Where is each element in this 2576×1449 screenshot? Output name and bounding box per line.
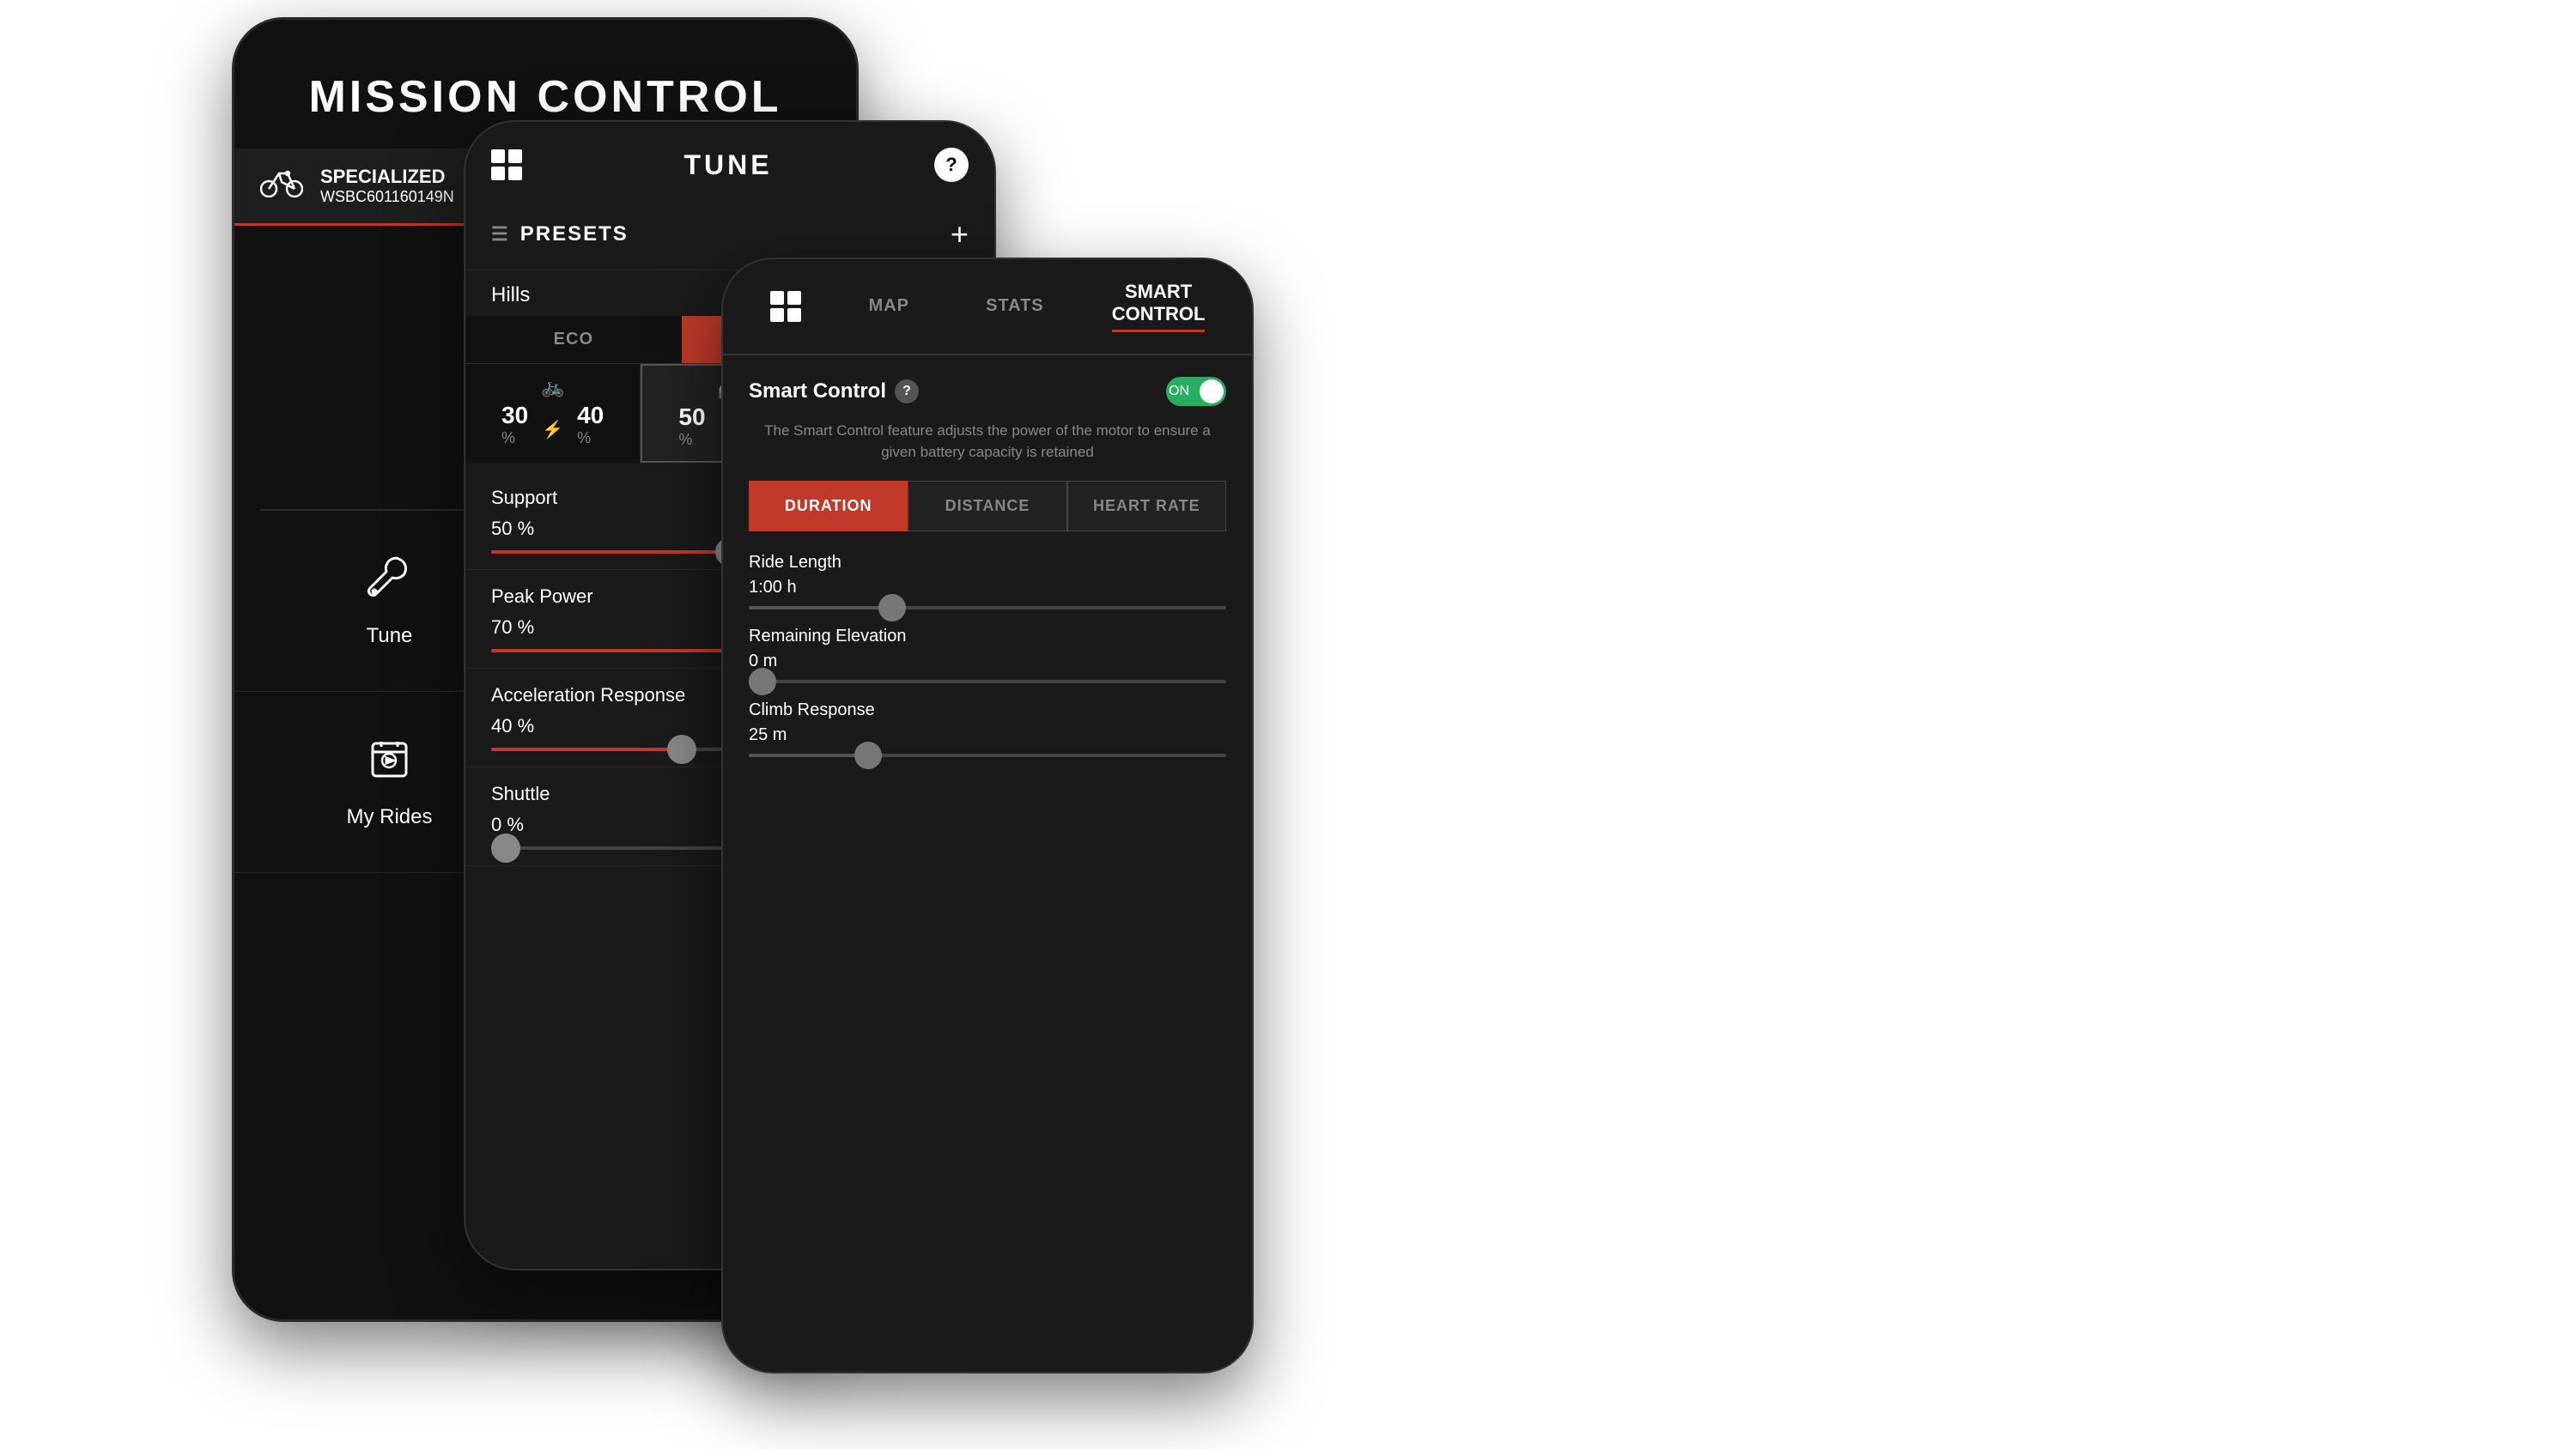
- list-icon: ☰: [491, 223, 510, 246]
- ride-length-fill: [749, 606, 892, 609]
- smart-control-toggle[interactable]: ON: [1166, 377, 1226, 406]
- smart-control-toggle-row: Smart Control ? ON: [749, 377, 1226, 406]
- tab-eco[interactable]: ECO: [465, 316, 682, 363]
- smart-control-phone: MAP STATS SMARTCONTROL Smart Control ? O…: [721, 258, 1254, 1373]
- climb-response-track[interactable]: [749, 754, 1226, 757]
- climb-response-label: Climb Response: [749, 700, 1226, 720]
- nav-smart-control[interactable]: SMARTCONTROL: [1112, 281, 1206, 332]
- rides-icon: [366, 735, 413, 792]
- remaining-elevation-thumb[interactable]: [749, 668, 776, 695]
- add-preset-button[interactable]: +: [951, 216, 969, 252]
- climb-response-thumb[interactable]: [854, 742, 882, 769]
- mode-tabs: DURATION DISTANCE HEART RATE: [749, 481, 1226, 531]
- eco-power: 40: [577, 402, 604, 429]
- mode-tab-distance[interactable]: DISTANCE: [908, 481, 1066, 531]
- tune-title: TUNE: [683, 149, 772, 181]
- ride-length-track[interactable]: [749, 606, 1226, 609]
- accel-response-thumb[interactable]: [667, 735, 696, 764]
- remaining-elevation-track[interactable]: [749, 680, 1226, 683]
- tune-header: TUNE ?: [465, 122, 994, 199]
- eco-bike-icon: 🚲: [541, 376, 564, 398]
- smart-control-description: The Smart Control feature adjusts the po…: [749, 420, 1226, 464]
- eco-support: 30: [501, 402, 528, 429]
- grid-icon[interactable]: [491, 149, 522, 180]
- smart-grid-icon[interactable]: [770, 291, 801, 322]
- nav-map[interactable]: MAP: [860, 289, 918, 323]
- shuttle-thumb[interactable]: [491, 834, 520, 863]
- ride-length-label: Ride Length: [749, 553, 1226, 573]
- smart-control-label: Smart Control ?: [749, 379, 919, 403]
- preset-eco[interactable]: 🚲 30 % ⚡ 40 %: [465, 364, 641, 463]
- remaining-elevation-label: Remaining Elevation: [749, 627, 1226, 646]
- mission-title: MISSION CONTROL: [269, 71, 822, 123]
- climb-response-row: Climb Response 25 m: [749, 700, 1226, 757]
- climb-response-value: 25 m: [749, 725, 1226, 745]
- accel-response-fill: [491, 748, 682, 751]
- ride-length-row: Ride Length 1:00 h: [749, 553, 1226, 609]
- ride-length-thumb[interactable]: [878, 594, 906, 621]
- mode-tab-duration[interactable]: DURATION: [749, 481, 908, 531]
- smart-header: MAP STATS SMARTCONTROL: [723, 259, 1252, 355]
- support-fill: [491, 550, 730, 554]
- climb-response-fill: [749, 754, 868, 757]
- toggle-on-label: ON: [1169, 384, 1189, 399]
- tune-label: Tune: [367, 624, 413, 648]
- trail-support: 50: [678, 403, 705, 431]
- remaining-elevation-row: Remaining Elevation 0 m: [749, 627, 1226, 683]
- wrench-icon: [366, 554, 413, 611]
- ride-length-value: 1:00 h: [749, 578, 1226, 597]
- remaining-elevation-value: 0 m: [749, 652, 1226, 671]
- nav-stats[interactable]: STATS: [977, 289, 1053, 323]
- bike-icon: [260, 167, 303, 205]
- mode-tab-heart-rate[interactable]: HEART RATE: [1067, 481, 1226, 531]
- smart-control-section: Smart Control ? ON The Smart Control fea…: [723, 355, 1252, 796]
- smart-control-info[interactable]: ?: [895, 379, 919, 403]
- help-button[interactable]: ?: [934, 148, 969, 182]
- my-rides-label: My Rides: [346, 805, 432, 829]
- presets-label: ☰ PRESETS: [491, 222, 629, 246]
- toggle-knob: [1200, 379, 1224, 403]
